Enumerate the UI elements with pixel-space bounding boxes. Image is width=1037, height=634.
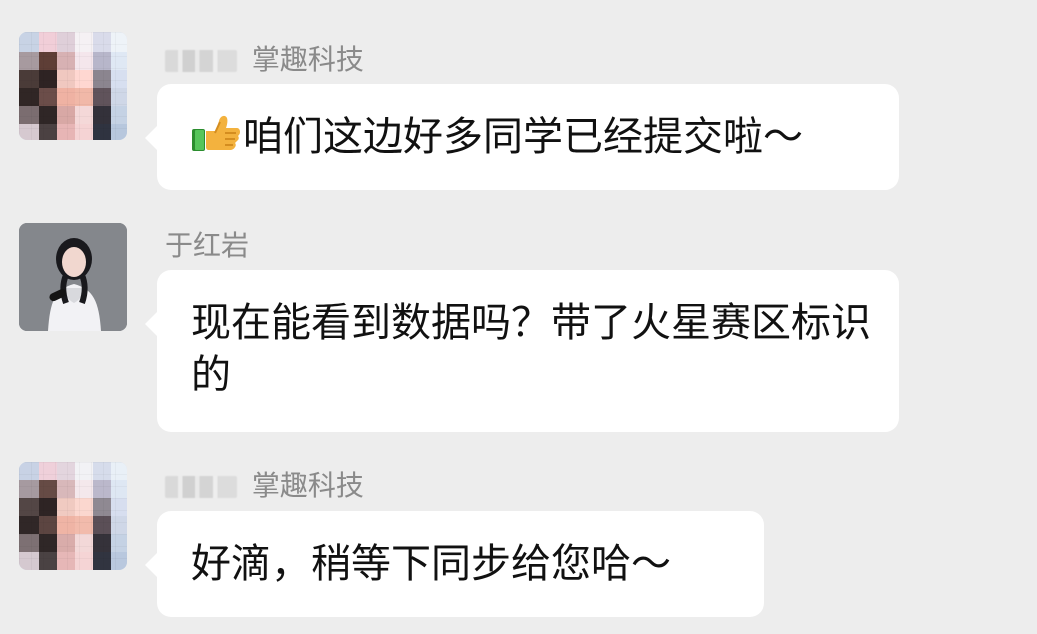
sender-name: 掌趣科技 — [165, 42, 364, 78]
photo-avatar-image — [19, 223, 127, 331]
avatar[interactable] — [19, 462, 127, 570]
message-text: 好滴，稍等下同步给您哈～ — [191, 541, 671, 587]
message-text: 咱们这边好多同学已经提交啦～ — [243, 114, 803, 160]
message-2: 于红岩 现在能看到数据吗？带了火星赛区标识的 — [0, 210, 1037, 445]
avatar[interactable] — [19, 32, 127, 140]
avatar[interactable] — [19, 223, 127, 331]
sender-name: 于红岩 — [165, 228, 249, 264]
pixel-overlay — [19, 462, 127, 570]
sender-name-text: 于红岩 — [165, 229, 250, 262]
redacted-name-blur — [165, 476, 237, 498]
message-1: 掌趣科技 咱们这边好多同学已经提交啦～ — [0, 0, 1037, 210]
message-bubble[interactable]: 咱们这边好多同学已经提交啦～ — [145, 84, 899, 190]
message-text: 现在能看到数据吗？带了火星赛区标识的 — [191, 300, 871, 398]
message-3: 掌趣科技 好滴，稍等下同步给您哈～ — [0, 445, 1037, 634]
pixel-overlay — [19, 32, 127, 140]
redacted-name-blur — [165, 50, 237, 72]
message-text-wrap: 咱们这边好多同学已经提交啦～ — [191, 84, 865, 163]
sender-name: 掌趣科技 — [165, 468, 364, 504]
sender-name-text: 掌趣科技 — [251, 43, 364, 76]
sender-name-text: 掌趣科技 — [251, 469, 364, 502]
message-bubble[interactable]: 好滴，稍等下同步给您哈～ — [145, 511, 764, 617]
thumbs-up-icon — [192, 115, 240, 151]
message-bubble[interactable]: 现在能看到数据吗？带了火星赛区标识的 — [145, 270, 899, 432]
